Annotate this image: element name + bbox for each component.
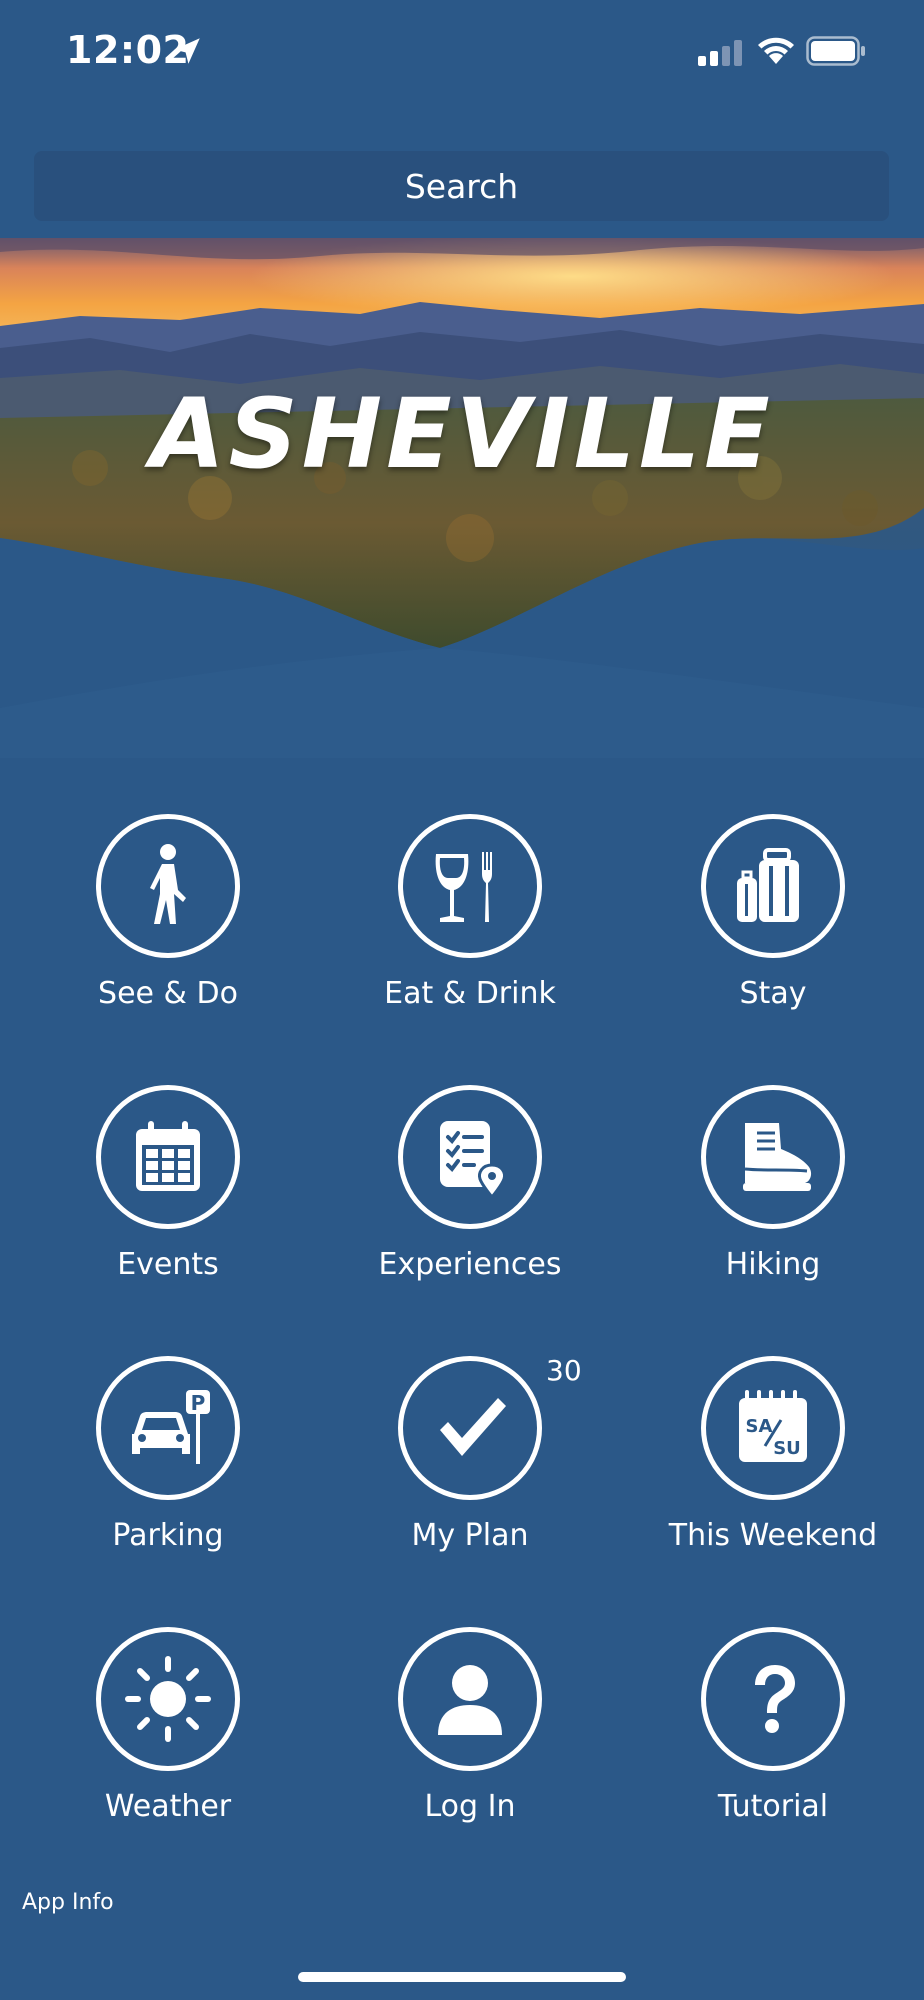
weekend-calendar-icon: SA SU bbox=[739, 1390, 807, 1462]
tile-circle bbox=[398, 1356, 542, 1500]
tile-circle bbox=[398, 1627, 542, 1771]
tile-circle bbox=[96, 1085, 240, 1229]
tile-circle bbox=[398, 1085, 542, 1229]
calendar-icon bbox=[136, 1121, 200, 1191]
checkmark-icon bbox=[440, 1398, 506, 1456]
battery-icon bbox=[806, 36, 865, 66]
tile-parking[interactable]: P Parking bbox=[38, 1356, 278, 1596]
tile-label: Eat & Drink bbox=[384, 976, 556, 1011]
tile-circle bbox=[701, 814, 845, 958]
checklist-pin-icon bbox=[440, 1121, 506, 1200]
tile-stay[interactable]: Stay bbox=[643, 814, 883, 1054]
search-label: Search bbox=[404, 166, 519, 206]
luggage-icon bbox=[737, 848, 799, 922]
weekend-sat-text: SA bbox=[746, 1416, 773, 1437]
tile-label: Stay bbox=[739, 976, 807, 1011]
tile-label: This Weekend bbox=[668, 1518, 878, 1553]
tile-label: Events bbox=[117, 1247, 219, 1282]
tile-label: Log In bbox=[424, 1789, 516, 1824]
tile-events[interactable]: Events bbox=[38, 1085, 278, 1325]
tile-label: See & Do bbox=[98, 976, 238, 1011]
plan-count-badge: 30 bbox=[546, 1354, 582, 1387]
tile-hiking[interactable]: Hiking bbox=[643, 1085, 883, 1325]
home-screen: 12:02 Search ASHEVILLE See & Do Eat & Dr… bbox=[0, 0, 924, 2000]
tile-experiences[interactable]: Experiences bbox=[340, 1085, 580, 1325]
hero-banner: ASHEVILLE bbox=[0, 238, 924, 758]
walking-person-icon bbox=[150, 844, 186, 924]
tile-log-in[interactable]: Log In bbox=[340, 1627, 580, 1867]
tile-label: My Plan bbox=[411, 1518, 529, 1553]
tile-circle bbox=[96, 814, 240, 958]
tile-circle bbox=[701, 1085, 845, 1229]
svg-text:P: P bbox=[191, 1391, 206, 1415]
tile-see-and-do[interactable]: See & Do bbox=[38, 814, 278, 1054]
tile-label: Experiences bbox=[378, 1247, 562, 1282]
tile-circle bbox=[96, 1627, 240, 1771]
tile-my-plan[interactable]: 30 My Plan bbox=[340, 1354, 582, 1596]
search-bar[interactable]: Search bbox=[34, 151, 889, 221]
wifi-icon bbox=[758, 37, 794, 64]
tile-eat-and-drink[interactable]: Eat & Drink bbox=[340, 814, 580, 1054]
tile-circle: P bbox=[96, 1356, 240, 1500]
question-mark-icon bbox=[755, 1665, 795, 1733]
tile-this-weekend[interactable]: SA SU This Weekend bbox=[643, 1356, 883, 1596]
home-indicator[interactable] bbox=[298, 1972, 626, 1982]
wine-fork-icon bbox=[435, 852, 492, 922]
tile-label: Parking bbox=[112, 1518, 224, 1553]
location-arrow-icon bbox=[174, 38, 200, 64]
car-parking-icon: P bbox=[132, 1390, 210, 1464]
status-bar: 12:02 bbox=[0, 0, 924, 100]
hero-title: ASHEVILLE bbox=[150, 378, 774, 490]
user-icon bbox=[438, 1665, 502, 1735]
app-info-link[interactable]: App Info bbox=[22, 1890, 114, 1915]
tile-circle bbox=[398, 814, 542, 958]
tile-label: Tutorial bbox=[717, 1789, 829, 1824]
tile-circle bbox=[701, 1627, 845, 1771]
mountain-landscape-image bbox=[0, 238, 924, 758]
sun-icon bbox=[125, 1656, 211, 1742]
tile-weather[interactable]: Weather bbox=[38, 1627, 278, 1867]
cellular-signal-icon bbox=[698, 40, 742, 66]
tile-label: Hiking bbox=[725, 1247, 821, 1282]
tile-tutorial[interactable]: Tutorial bbox=[643, 1627, 883, 1867]
tile-label: Weather bbox=[104, 1789, 232, 1824]
tile-circle: SA SU bbox=[701, 1356, 845, 1500]
weekend-sun-text: SU bbox=[773, 1438, 801, 1459]
hiking-boot-icon bbox=[743, 1123, 812, 1191]
